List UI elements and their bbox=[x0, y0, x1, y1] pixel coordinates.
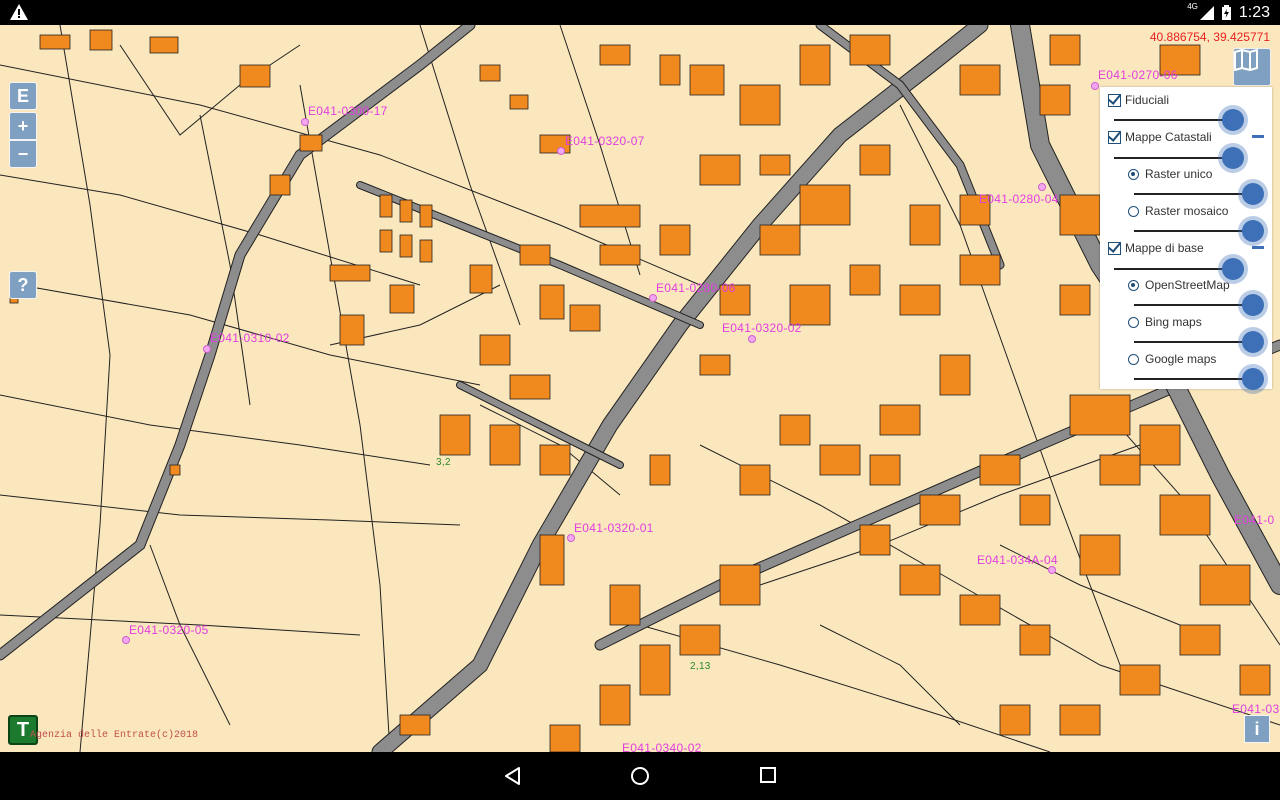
map-icon bbox=[1234, 49, 1258, 71]
parcel-number: 2,13 bbox=[690, 661, 711, 672]
map-attribution: Agenzia delle Entrate(c)2018 bbox=[30, 730, 199, 741]
parcel-line bbox=[0, 394, 431, 466]
radio-raster-unico[interactable] bbox=[1128, 168, 1139, 180]
zoom-in-button[interactable]: + bbox=[9, 112, 37, 140]
option-label: Bing maps bbox=[1145, 315, 1202, 329]
fiducial-label[interactable]: E041-0 bbox=[1234, 513, 1275, 527]
radio-bing-maps[interactable] bbox=[1128, 316, 1139, 328]
checkbox-fiduciali[interactable] bbox=[1108, 93, 1121, 107]
opacity-slider-raster-unico[interactable] bbox=[1134, 193, 1254, 195]
info-button[interactable]: i bbox=[1244, 715, 1270, 743]
layer-mappe-di-base[interactable]: Mappe di base bbox=[1108, 241, 1204, 255]
option-label: Raster unico bbox=[1145, 167, 1213, 181]
opacity-slider-bing-maps[interactable] bbox=[1134, 341, 1254, 343]
coordinates-readout: 40.886754, 39.425771 bbox=[1149, 30, 1270, 44]
fiducial-label[interactable]: E041-034A-04 bbox=[977, 553, 1058, 567]
fiducial-marker[interactable] bbox=[557, 147, 565, 155]
fiducial-marker[interactable] bbox=[567, 534, 575, 542]
parcel-line bbox=[699, 444, 1280, 726]
navigation-bar bbox=[0, 752, 1280, 800]
slider-knob[interactable] bbox=[1242, 183, 1264, 205]
parcel-line bbox=[819, 624, 961, 726]
layer-mappe-catastali[interactable]: Mappe Catastali bbox=[1108, 130, 1212, 144]
battery-icon bbox=[1221, 5, 1231, 20]
slider-knob[interactable] bbox=[1222, 258, 1244, 280]
fiducial-marker[interactable] bbox=[649, 294, 657, 302]
option-openstreetmap[interactable]: OpenStreetMap bbox=[1128, 278, 1230, 292]
option-bing-maps[interactable]: Bing maps bbox=[1128, 315, 1202, 329]
fiducial-label[interactable]: E041-0320-02 bbox=[722, 321, 802, 335]
option-label: Raster mosaico bbox=[1145, 204, 1229, 218]
fiducial-label[interactable]: E041-0280-04 bbox=[979, 192, 1059, 206]
layer-fiduciali[interactable]: Fiduciali bbox=[1108, 93, 1169, 107]
fiducial-label[interactable]: E041-0320-07 bbox=[565, 134, 645, 148]
slider-knob[interactable] bbox=[1242, 368, 1264, 390]
fiducial-marker[interactable] bbox=[203, 345, 211, 353]
opacity-slider-google-maps[interactable] bbox=[1134, 378, 1254, 380]
back-icon[interactable] bbox=[503, 766, 523, 786]
fiducial-marker[interactable] bbox=[748, 335, 756, 343]
radio-google-maps[interactable] bbox=[1128, 353, 1139, 365]
home-icon[interactable] bbox=[630, 766, 650, 786]
status-bar: 4G 1:23 bbox=[0, 0, 1280, 25]
collapse-icon[interactable] bbox=[1252, 246, 1264, 249]
collapse-icon[interactable] bbox=[1252, 135, 1264, 138]
checkbox-mappe-catastali[interactable] bbox=[1108, 130, 1121, 144]
fiducial-label[interactable]: E041-03 bbox=[1232, 702, 1279, 716]
fiducial-label[interactable]: E041-0340-02 bbox=[622, 741, 702, 752]
fiducial-label[interactable]: E041-0320-01 bbox=[574, 521, 654, 535]
help-button[interactable]: ? bbox=[9, 271, 37, 299]
slider-knob[interactable] bbox=[1242, 294, 1264, 316]
layer-label: Fiduciali bbox=[1125, 93, 1170, 107]
radio-openstreetmap[interactable] bbox=[1128, 279, 1139, 291]
signal-icon bbox=[1199, 5, 1214, 20]
opacity-slider-mappe-catastali[interactable] bbox=[1114, 157, 1234, 159]
option-raster-unico[interactable]: Raster unico bbox=[1128, 167, 1212, 181]
option-google-maps[interactable]: Google maps bbox=[1128, 352, 1216, 366]
fiducial-marker[interactable] bbox=[122, 636, 130, 644]
warning-icon bbox=[10, 4, 28, 20]
recents-icon[interactable] bbox=[759, 766, 777, 784]
checkbox-mappe-di-base[interactable] bbox=[1108, 241, 1121, 255]
option-raster-mosaico[interactable]: Raster mosaico bbox=[1128, 204, 1228, 218]
parcel-line bbox=[119, 44, 301, 136]
layer-label: Mappe Catastali bbox=[1125, 130, 1212, 144]
fiducial-marker[interactable] bbox=[301, 118, 309, 126]
fiducial-label[interactable]: E041-0300-17 bbox=[308, 104, 388, 118]
opacity-slider-raster-mosaico[interactable] bbox=[1134, 230, 1254, 232]
layer-panel: Fiduciali Mappe Catastali Raster unico R… bbox=[1100, 87, 1272, 390]
parcel-line bbox=[59, 25, 111, 752]
opacity-slider-openstreetmap[interactable] bbox=[1134, 304, 1254, 306]
slider-knob[interactable] bbox=[1242, 331, 1264, 353]
fiducial-label[interactable]: E041-0310-02 bbox=[210, 331, 290, 345]
fiducial-label[interactable]: E041-0280-06 bbox=[656, 281, 736, 295]
parcel-line bbox=[0, 64, 701, 286]
fiducial-label[interactable]: E041-0320-05 bbox=[129, 623, 209, 637]
map-view[interactable]: E041-0300-17 E041-0320-07 E041-0270-06 E… bbox=[0, 25, 1280, 752]
slider-knob[interactable] bbox=[1222, 147, 1244, 169]
layer-label: Mappe di base bbox=[1125, 241, 1204, 255]
radio-raster-mosaico[interactable] bbox=[1128, 205, 1139, 217]
opacity-slider-fiduciali[interactable] bbox=[1114, 119, 1234, 121]
option-label: OpenStreetMap bbox=[1145, 278, 1230, 292]
opacity-slider-mappe-di-base[interactable] bbox=[1114, 268, 1234, 270]
parcel-line bbox=[0, 494, 461, 526]
fiducial-marker[interactable] bbox=[1091, 82, 1099, 90]
network-type: 4G bbox=[1187, 2, 1198, 11]
clock: 1:23 bbox=[1238, 3, 1270, 21]
fiducial-marker[interactable] bbox=[1038, 183, 1046, 191]
parcel-line bbox=[299, 84, 391, 752]
slider-knob[interactable] bbox=[1242, 220, 1264, 242]
parcel-number: 3,2 bbox=[436, 457, 451, 468]
zoom-out-button[interactable]: − bbox=[9, 140, 37, 168]
slider-knob[interactable] bbox=[1222, 109, 1244, 131]
option-label: Google maps bbox=[1145, 352, 1217, 366]
fiducial-label[interactable]: E041-0270-06 bbox=[1098, 68, 1178, 82]
edit-button[interactable]: E bbox=[9, 82, 37, 110]
fiducial-marker[interactable] bbox=[1048, 566, 1056, 574]
layers-button[interactable] bbox=[1233, 48, 1271, 86]
